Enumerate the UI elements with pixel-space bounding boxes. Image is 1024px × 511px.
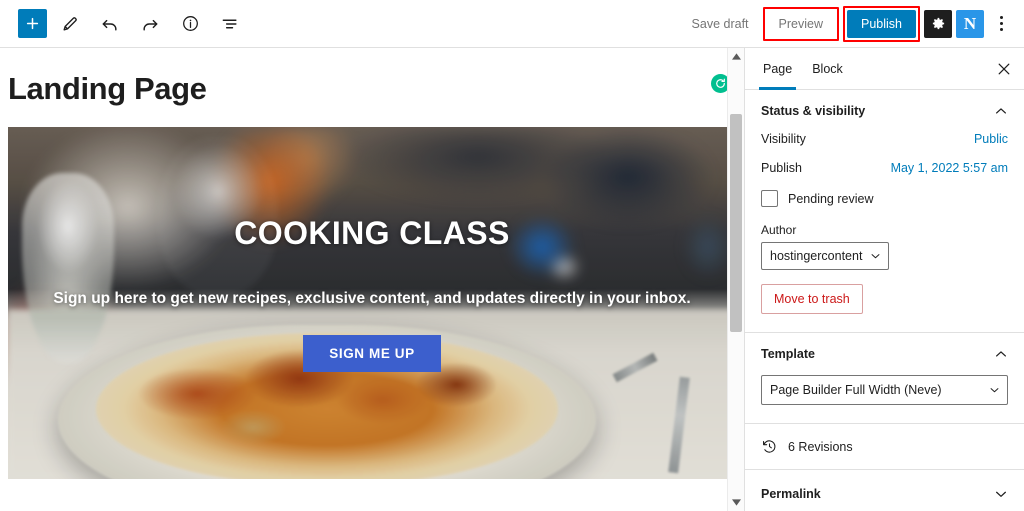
sync-refresh-icon — [716, 78, 725, 88]
pending-review-label: Pending review — [788, 191, 874, 206]
tab-page[interactable]: Page — [753, 48, 802, 90]
page-title[interactable]: Landing Page — [0, 70, 207, 107]
document-info-button[interactable] — [173, 7, 207, 41]
hero-content: COOKING CLASS Sign up here to get new re… — [8, 127, 736, 479]
hero-signup-button[interactable]: SIGN ME UP — [303, 335, 441, 373]
settings-button[interactable] — [924, 9, 952, 38]
toolbar-left-group — [18, 7, 247, 41]
scrollbar-up-button[interactable] — [728, 48, 744, 65]
wordpress-block-editor: Save draft Preview Publish N Landing Pag… — [0, 0, 1024, 511]
template-select-value: Page Builder Full Width (Neve) — [770, 383, 942, 397]
scroll-down-arrow-icon — [731, 499, 741, 506]
toolbar-right-group: Save draft Preview Publish N — [682, 5, 1014, 42]
editor-content: Landing Page COOKING CLASS Sign up here … — [0, 48, 744, 480]
permalink-title: Permalink — [761, 487, 821, 501]
revisions-row[interactable]: 6 Revisions — [745, 424, 1024, 470]
chevron-down-icon — [990, 388, 999, 393]
save-draft-button[interactable]: Save draft — [682, 11, 759, 37]
editor-top-toolbar: Save draft Preview Publish N — [0, 0, 1024, 48]
more-options-icon — [999, 22, 1003, 25]
close-sidebar-button[interactable] — [988, 53, 1020, 85]
add-block-button[interactable] — [18, 9, 47, 38]
sidebar-tabs: Page Block — [745, 48, 1024, 90]
revisions-label: 6 Revisions — [788, 439, 853, 454]
chevron-down-icon — [996, 491, 1006, 497]
editor-body: Landing Page COOKING CLASS Sign up here … — [0, 48, 1024, 511]
tab-block[interactable]: Block — [802, 48, 853, 89]
hero-subheading[interactable]: Sign up here to get new recipes, exclusi… — [53, 290, 690, 308]
pencil-icon — [62, 17, 77, 31]
more-options-button[interactable] — [988, 7, 1014, 41]
gear-icon — [932, 17, 944, 30]
publish-button[interactable]: Publish — [847, 9, 916, 38]
template-header[interactable]: Template — [761, 347, 1008, 361]
more-options-icon — [999, 16, 1003, 19]
list-view-button[interactable] — [213, 7, 247, 41]
scrollbar-down-button[interactable] — [728, 494, 744, 511]
template-select[interactable]: Page Builder Full Width (Neve) — [761, 375, 1008, 405]
edit-mode-button[interactable] — [53, 7, 87, 41]
revision-clock-icon — [763, 440, 776, 453]
scroll-up-arrow-icon — [731, 53, 741, 60]
close-icon — [998, 63, 1010, 74]
neve-logo-icon: N — [963, 14, 977, 33]
undo-arrow-icon — [102, 19, 117, 31]
list-view-icon — [222, 19, 237, 28]
page-title-row: Landing Page — [0, 48, 744, 107]
hero-block[interactable]: COOKING CLASS Sign up here to get new re… — [8, 127, 736, 480]
undo-button[interactable] — [93, 7, 127, 41]
status-visibility-panel: Status & visibility Visibility Public Pu… — [745, 90, 1024, 333]
redo-arrow-icon — [143, 19, 158, 31]
move-to-trash-button[interactable]: Move to trash — [761, 284, 863, 314]
preview-button-highlight: Preview — [762, 6, 840, 41]
author-select-value: hostingercontent — [770, 249, 863, 263]
status-visibility-header[interactable]: Status & visibility — [761, 104, 1008, 118]
publish-date-button[interactable]: May 1, 2022 5:57 am — [891, 161, 1008, 175]
author-field: Author hostingercontent — [761, 223, 1008, 270]
info-circle-icon — [182, 16, 198, 31]
publish-date-row: Publish May 1, 2022 5:57 am — [761, 161, 1008, 175]
scrollbar-thumb[interactable] — [730, 114, 742, 332]
author-select[interactable]: hostingercontent — [761, 242, 890, 270]
hero-heading[interactable]: COOKING CLASS — [234, 215, 509, 252]
publish-button-highlight: Publish — [843, 5, 920, 42]
status-visibility-title: Status & visibility — [761, 104, 866, 118]
permalink-panel-header[interactable]: Permalink — [745, 470, 1024, 511]
preview-button[interactable]: Preview — [766, 10, 835, 37]
editor-canvas[interactable]: Landing Page COOKING CLASS Sign up here … — [0, 48, 744, 511]
pending-review-checkbox[interactable] — [761, 190, 778, 207]
visibility-label: Visibility — [761, 132, 806, 146]
more-options-icon — [999, 28, 1003, 31]
chevron-down-icon — [872, 254, 880, 259]
visibility-row: Visibility Public — [761, 132, 1008, 146]
template-title: Template — [761, 347, 815, 361]
chevron-up-icon — [996, 108, 1006, 114]
plus-icon — [26, 17, 39, 30]
template-panel: Template Page Builder Full Width (Neve) — [745, 333, 1024, 424]
settings-sidebar: Page Block Status & visibility Visibilit… — [744, 48, 1024, 511]
redo-button[interactable] — [133, 7, 167, 41]
chevron-up-icon — [996, 351, 1006, 357]
author-label: Author — [761, 223, 797, 237]
visibility-value-button[interactable]: Public — [974, 132, 1008, 146]
neve-options-button[interactable]: N — [956, 9, 984, 38]
pending-review-row: Pending review — [761, 190, 1008, 207]
publish-label: Publish — [761, 161, 802, 175]
editor-scrollbar[interactable] — [727, 48, 744, 511]
